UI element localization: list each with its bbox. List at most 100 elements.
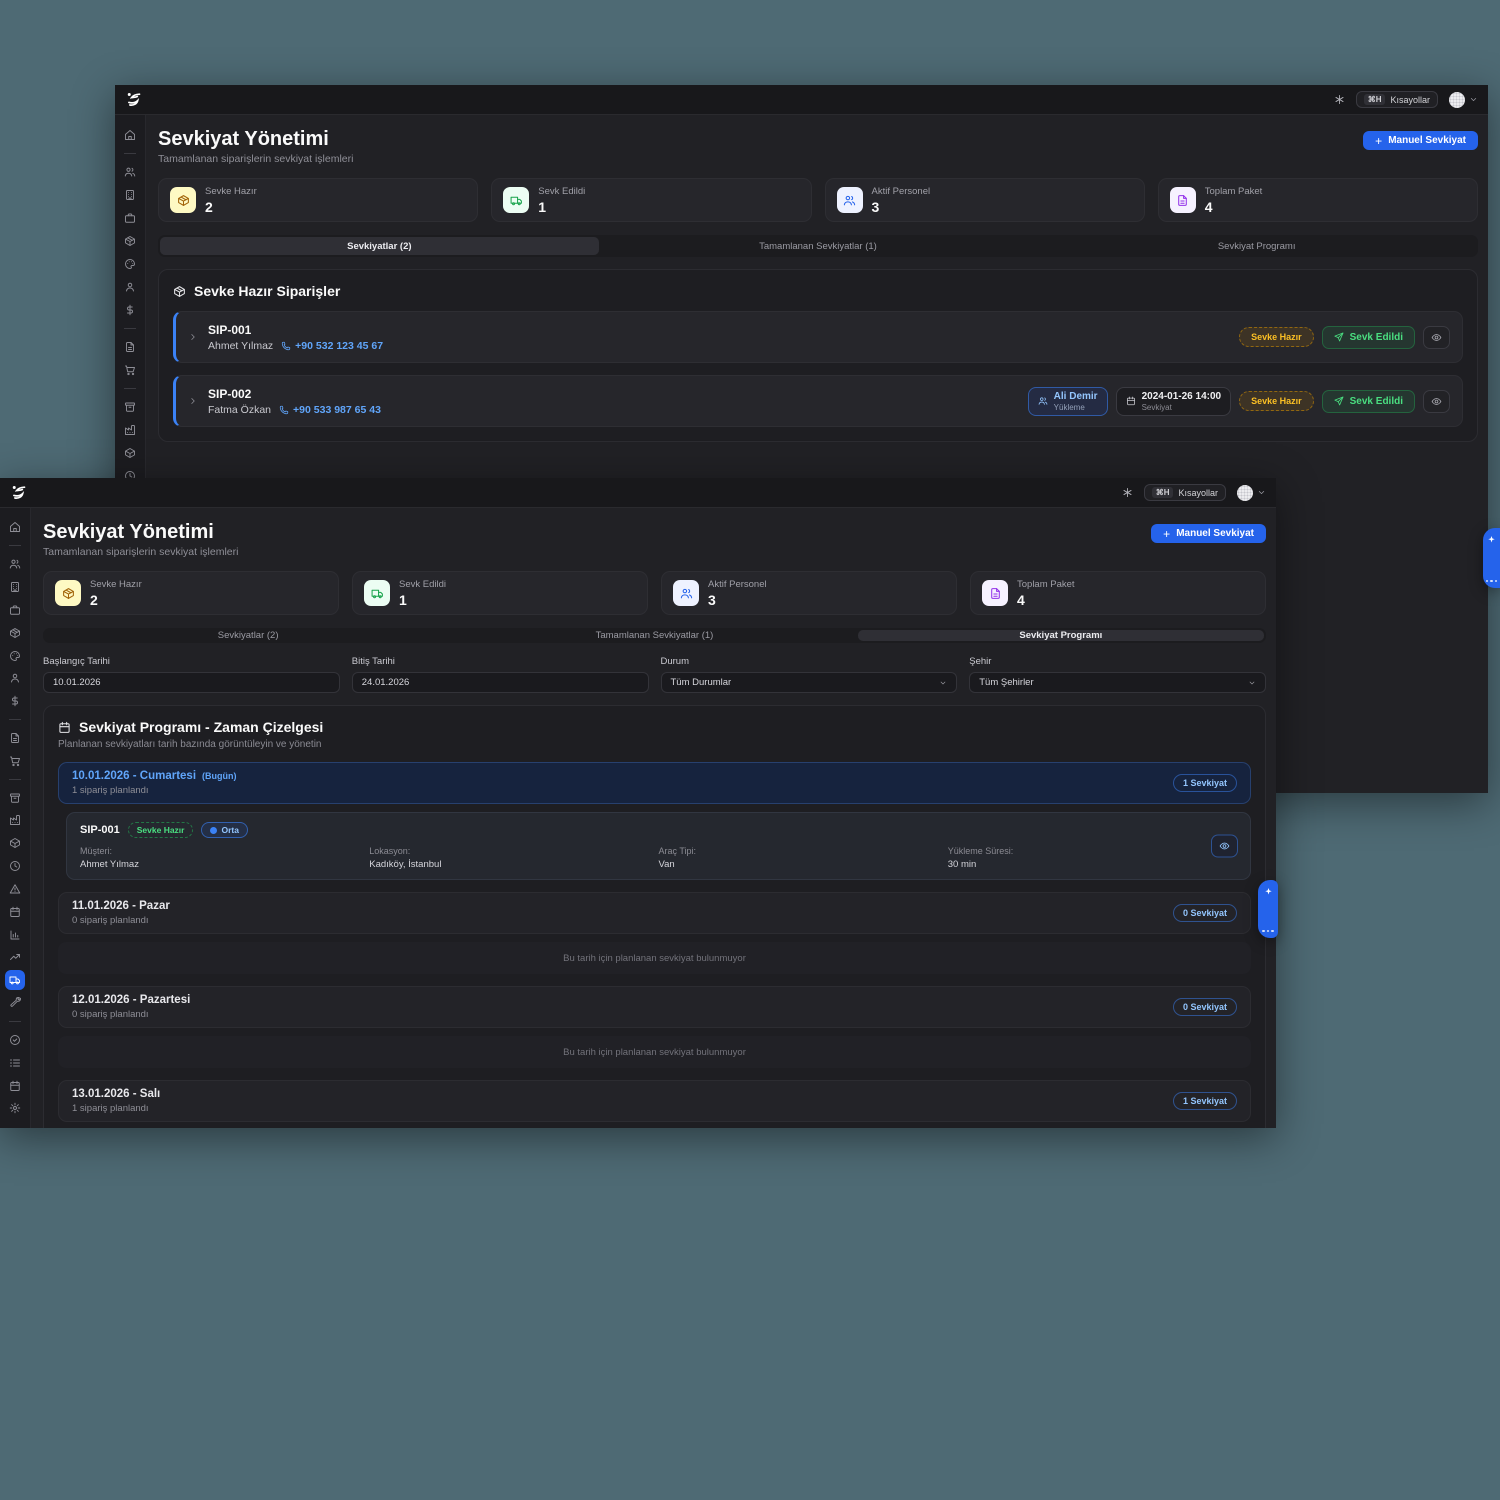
- tab-sevkiyatlar[interactable]: Sevkiyatlar (2): [160, 237, 599, 255]
- sidebar-item-building[interactable]: [115, 183, 145, 206]
- sidebar-item-trend[interactable]: [0, 946, 30, 969]
- sidebar-item-package[interactable]: [115, 229, 145, 252]
- stat-label: Aktif Personel: [872, 186, 931, 197]
- assignee-name: Ali Demir: [1054, 391, 1098, 402]
- sidebar-item-home[interactable]: [0, 516, 30, 539]
- sidebar-item-calendar[interactable]: [0, 1074, 30, 1097]
- day-date: 10.01.2026 - Cumartesi: [72, 770, 196, 782]
- package-icon: [170, 187, 196, 213]
- city-select[interactable]: Tüm Şehirler: [969, 672, 1266, 693]
- day-plan-count: 1 sipariş planlandı: [72, 1103, 160, 1114]
- sidebar-item-clock[interactable]: [0, 855, 30, 878]
- eye-icon: [1431, 332, 1442, 343]
- sidebar-item-palette[interactable]: [0, 644, 30, 667]
- view-button[interactable]: [1423, 326, 1450, 349]
- tab-sevkiyatlar[interactable]: Sevkiyatlar (2): [45, 630, 451, 641]
- assistant-fab[interactable]: [1483, 528, 1500, 588]
- sidebar-item-truck[interactable]: [0, 969, 30, 992]
- trend-icon: [9, 951, 21, 963]
- stat-card-ready: Sevke Hazır2: [43, 571, 339, 615]
- cart-icon: [124, 364, 136, 376]
- ship-button[interactable]: Sevk Edildi: [1322, 326, 1415, 349]
- sidebar-item-cart[interactable]: [115, 358, 145, 381]
- sidebar-item-calendar[interactable]: [0, 900, 30, 923]
- sidebar-divider: [115, 321, 145, 335]
- calendar-icon: [9, 1080, 21, 1092]
- shortcuts-button[interactable]: ⌘H Kısayollar: [1144, 484, 1226, 501]
- view-button[interactable]: [1423, 390, 1450, 413]
- sidebar-item-contact[interactable]: [115, 275, 145, 298]
- sidebar-item-archive[interactable]: [0, 786, 30, 809]
- page-title: Sevkiyat Yönetimi: [43, 521, 238, 543]
- sidebar-item-package[interactable]: [0, 621, 30, 644]
- package-icon: [9, 627, 21, 639]
- sidebar-item-check[interactable]: [0, 1029, 30, 1052]
- user-menu[interactable]: [1237, 485, 1266, 501]
- priority-dot-icon: [210, 827, 217, 834]
- sidebar-item-settings[interactable]: [0, 1097, 30, 1120]
- sidebar-item-briefcase[interactable]: [0, 598, 30, 621]
- day-plan-count: 0 sipariş planlandı: [72, 915, 170, 926]
- empty-day-message: Bu tarih için planlanan sevkiyat bulunmu…: [58, 1036, 1251, 1068]
- sidebar-item-users[interactable]: [115, 160, 145, 183]
- day-date: 12.01.2026 - Pazartesi: [72, 994, 190, 1006]
- sidebar-item-contact[interactable]: [0, 667, 30, 690]
- assistant-fab[interactable]: [1258, 880, 1278, 938]
- snowflake-icon[interactable]: [1122, 487, 1133, 498]
- order-row-sip-001[interactable]: SIP-001 Ahmet Yılmaz +90 532 123 45 67 S…: [173, 311, 1463, 363]
- chevron-right-icon[interactable]: [188, 332, 198, 342]
- view-button[interactable]: [1211, 835, 1238, 858]
- sidebar-item-dollar[interactable]: [0, 690, 30, 713]
- stat-label: Sevk Edildi: [399, 579, 446, 590]
- shortcuts-label: Kısayollar: [1178, 488, 1218, 498]
- sidebar-item-cart[interactable]: [0, 749, 30, 772]
- manual-shipment-button[interactable]: + Manuel Sevkiyat: [1363, 131, 1478, 150]
- sidebar-item-file[interactable]: [115, 335, 145, 358]
- eye-icon: [1431, 396, 1442, 407]
- shipment-count-badge: 1 Sevkiyat: [1173, 774, 1237, 792]
- status-value: Tüm Durumlar: [671, 677, 732, 688]
- sidebar-item-box[interactable]: [115, 441, 145, 464]
- filter-label: Bitiş Tarihi: [352, 656, 649, 667]
- end-date-input[interactable]: 24.01.2026: [352, 672, 649, 693]
- shortcut-kbd: ⌘H: [1364, 94, 1386, 105]
- sidebar-item-home[interactable]: [115, 123, 145, 146]
- stat-card-ready: Sevke Hazır2: [158, 178, 478, 222]
- sidebar-item-factory[interactable]: [115, 418, 145, 441]
- shortcuts-button[interactable]: ⌘H Kısayollar: [1356, 91, 1438, 108]
- page-subtitle: Tamamlanan siparişlerin sevkiyat işlemle…: [43, 546, 238, 558]
- chevron-down-icon: [939, 679, 947, 687]
- sidebar-item-users[interactable]: [0, 553, 30, 576]
- user-menu[interactable]: [1449, 92, 1478, 108]
- sidebar-item-file[interactable]: [0, 727, 30, 750]
- topbar: ⌘H Kısayollar: [115, 85, 1488, 115]
- sidebar-item-archive[interactable]: [115, 395, 145, 418]
- tab-bar: Sevkiyatlar (2) Tamamlanan Sevkiyatlar (…: [158, 235, 1478, 257]
- start-date-input[interactable]: 10.01.2026: [43, 672, 340, 693]
- phone-link[interactable]: +90 532 123 45 67: [281, 340, 383, 352]
- chevron-down-icon: [1257, 488, 1266, 497]
- manual-shipment-button[interactable]: + Manuel Sevkiyat: [1151, 524, 1266, 543]
- sidebar-item-box[interactable]: [0, 832, 30, 855]
- tab-tamamlanan-sevkiyatlar[interactable]: Tamamlanan Sevkiyatlar (1): [451, 630, 857, 641]
- status-select[interactable]: Tüm Durumlar: [661, 672, 958, 693]
- file-icon: [124, 341, 136, 353]
- sidebar-item-briefcase[interactable]: [115, 206, 145, 229]
- sidebar-item-dollar[interactable]: [115, 298, 145, 321]
- snowflake-icon[interactable]: [1334, 94, 1345, 105]
- phone-link[interactable]: +90 533 987 65 43: [279, 404, 381, 416]
- sidebar-item-chart[interactable]: [0, 923, 30, 946]
- tab-tamamlanan-sevkiyatlar[interactable]: Tamamlanan Sevkiyatlar (1): [599, 237, 1038, 255]
- ship-button[interactable]: Sevk Edildi: [1322, 390, 1415, 413]
- sidebar-item-factory[interactable]: [0, 809, 30, 832]
- tab-sevkiyat-programi[interactable]: Sevkiyat Programı: [858, 630, 1264, 641]
- chevron-right-icon[interactable]: [188, 396, 198, 406]
- sidebar-item-alert[interactable]: [0, 878, 30, 901]
- sidebar-item-wrench[interactable]: [0, 992, 30, 1015]
- field-label: Yükleme Süresi:: [948, 846, 1237, 856]
- sidebar-item-palette[interactable]: [115, 252, 145, 275]
- order-row-sip-002[interactable]: SIP-002 Fatma Özkan +90 533 987 65 43: [173, 375, 1463, 427]
- sidebar-item-building[interactable]: [0, 576, 30, 599]
- sidebar-item-tasks[interactable]: [0, 1051, 30, 1074]
- tab-sevkiyat-programi[interactable]: Sevkiyat Programı: [1037, 237, 1476, 255]
